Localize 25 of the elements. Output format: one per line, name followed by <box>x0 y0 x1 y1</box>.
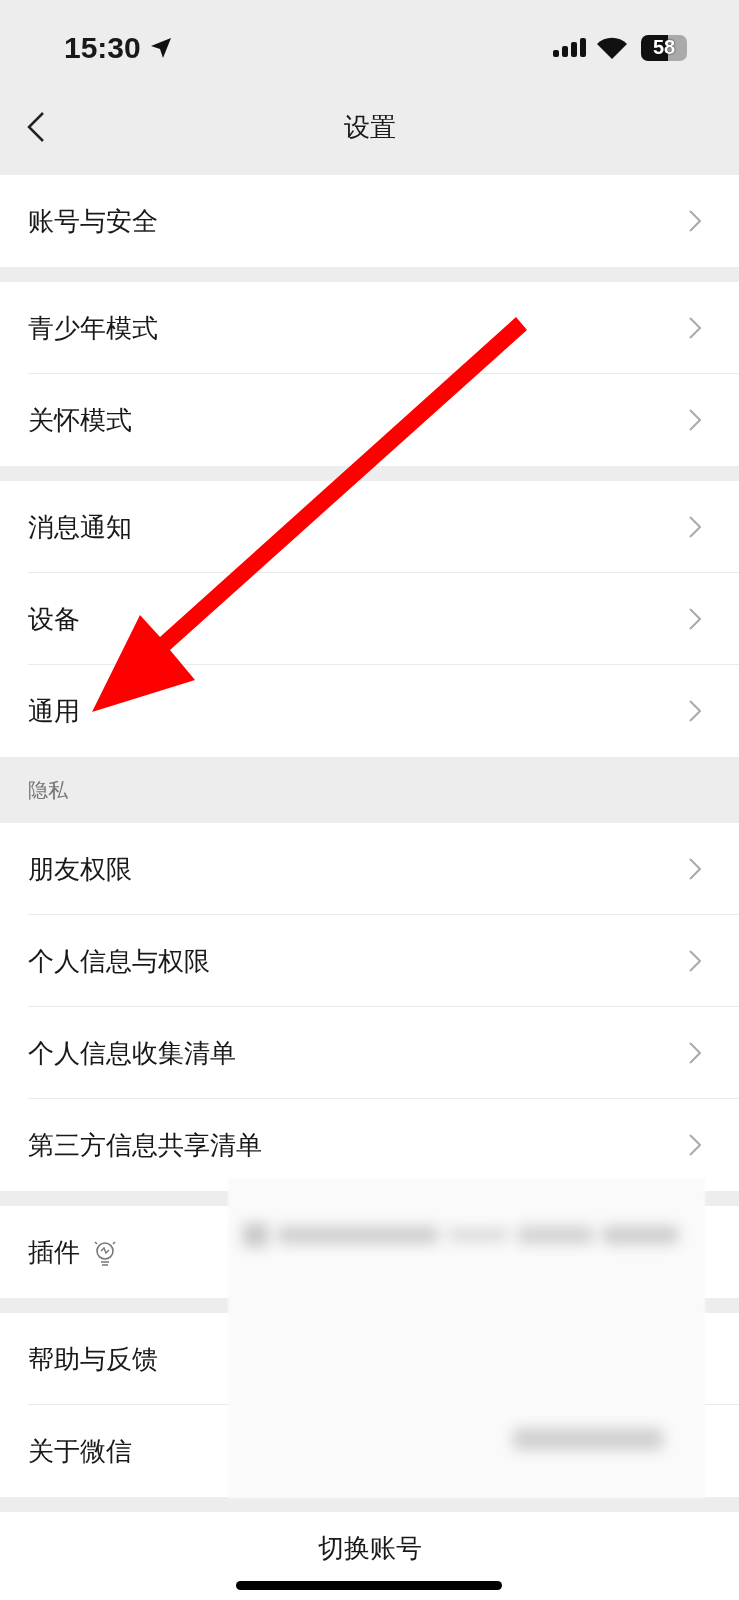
chevron-icon <box>689 317 701 339</box>
settings-item[interactable]: 账号与安全 <box>0 175 739 267</box>
settings-item[interactable]: 关怀模式 <box>0 374 739 466</box>
settings-item[interactable]: 设备 <box>0 573 739 665</box>
chevron-icon <box>689 409 701 431</box>
chevron-icon <box>689 1134 701 1156</box>
settings-item[interactable]: 个人信息与权限 <box>0 915 739 1007</box>
signal-icon <box>553 36 589 59</box>
chevron-icon <box>689 700 701 722</box>
chevron-icon <box>689 950 701 972</box>
status-time: 15:30 <box>64 30 141 65</box>
chevron-icon <box>689 516 701 538</box>
settings-item[interactable]: 青少年模式 <box>0 282 739 374</box>
settings-item[interactable]: 个人信息收集清单 <box>0 1007 739 1099</box>
chevron-icon <box>689 1042 701 1064</box>
settings-item[interactable]: 消息通知 <box>0 481 739 573</box>
settings-item[interactable]: 朋友权限 <box>0 823 739 915</box>
chevron-icon <box>689 608 701 630</box>
chevron-icon <box>689 210 701 232</box>
chevron-icon <box>689 858 701 880</box>
page-title: 设置 <box>343 111 396 144</box>
section-header: 隐私 <box>27 777 69 804</box>
back-icon[interactable] <box>26 111 46 143</box>
wifi-icon <box>597 36 627 59</box>
settings-item[interactable]: 通用 <box>0 665 739 757</box>
